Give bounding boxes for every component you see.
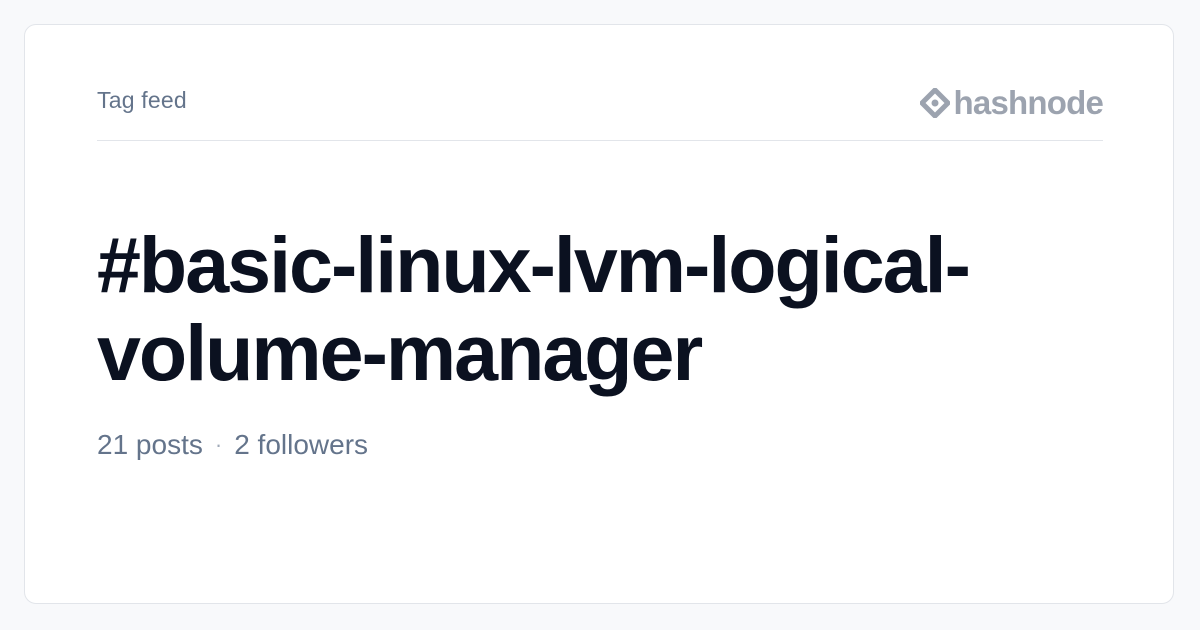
posts-count[interactable]: 21 posts — [97, 429, 203, 461]
brand-name: hashnode — [953, 84, 1104, 121]
hashnode-brand[interactable]: hashnode — [919, 84, 1104, 121]
tag-title: #basic-linux-lvm-logical- volume-manager — [97, 221, 1117, 397]
tag-feed-label: Tag feed — [97, 87, 187, 113]
hashnode-logo-icon — [919, 88, 950, 118]
card-header: Tag feed hashnode — [97, 84, 1104, 141]
followers-count[interactable]: 2 followers — [234, 429, 368, 461]
tag-stats: 21 posts · 2 followers — [97, 429, 368, 461]
tag-title-line-1: #basic-linux-lvm-logical- — [97, 220, 971, 309]
stats-separator: · — [214, 432, 223, 457]
tag-title-line-2: volume-manager — [97, 308, 703, 397]
tag-card: Tag feed hashnode #basic-linux-lvm-logic… — [24, 24, 1174, 604]
